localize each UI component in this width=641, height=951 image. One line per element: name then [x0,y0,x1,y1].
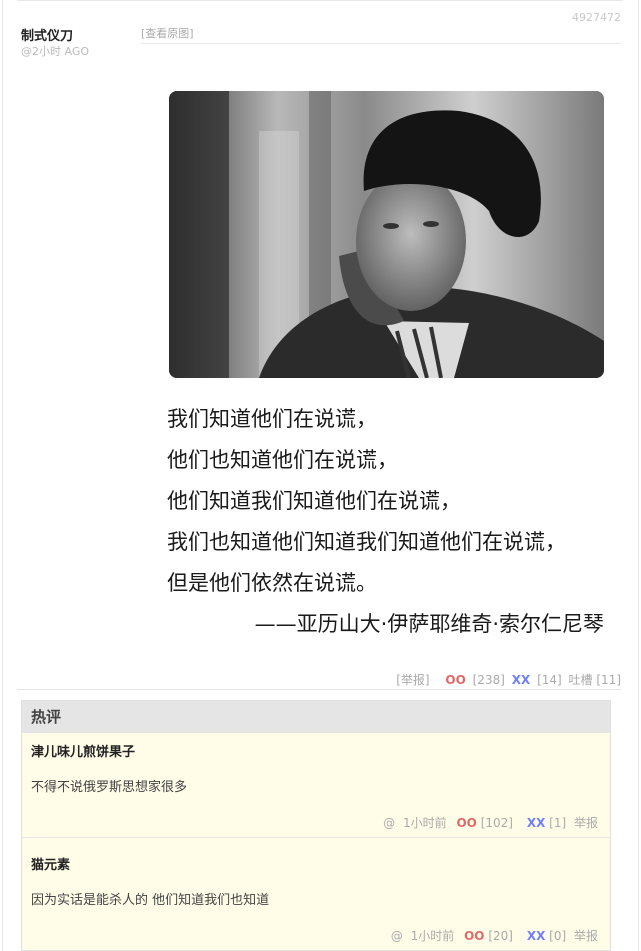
comment-author[interactable]: 猫元素 [31,854,70,873]
post-time: @2小时 AGO [21,45,90,58]
quote-text: 我们知道他们在说谎， 他们也知道他们在说谎， 他们知道我们知道他们在说谎， 我们… [167,399,612,645]
comment-time: 1小时前 [410,929,455,943]
comment-report-link[interactable]: 举报 [574,929,598,943]
view-original-link[interactable]: [查看原图] [141,25,194,41]
quote-attribution: ——亚历山大·伊萨耶维奇·索尔仁尼琴 [254,612,604,636]
xx-vote-button[interactable]: XX [512,673,531,687]
top-divider [17,0,623,1]
post-id: 4927472 [572,11,621,24]
comment-author[interactable]: 津儿味儿煎饼果子 [31,741,135,760]
quote-line: 但是他们依然在说谎。 [167,571,377,595]
quote-line: 他们知道我们知道他们在说谎， [167,489,461,513]
comment-item: 津儿味儿煎饼果子 不得不说俄罗斯思想家很多 @ 1小时前 OO [102] XX… [22,733,610,837]
tucao-link[interactable]: 吐槽 [11] [569,673,621,687]
at-reply-link[interactable]: @ [383,816,395,830]
oo-count: [238] [472,673,505,687]
xx-vote-button[interactable]: XX [527,816,546,830]
post-actions: [举报] OO [238] XX [14] 吐槽 [11] [393,671,621,688]
post-divider [17,689,621,690]
oo-vote-button[interactable]: OO [445,673,465,687]
portrait-photo [169,91,604,378]
comment-item: 猫元素 因为实话是能杀人的 他们知道我们也知道 @ 1小时前 OO [20] X… [22,838,610,950]
oo-vote-button[interactable]: OO [456,816,476,830]
header-divider [141,43,621,44]
comment-text: 因为实话是能杀人的 他们知道我们也知道 [31,893,270,908]
xx-count: [1] [549,816,567,830]
post-image [169,91,604,378]
xx-count: [0] [549,929,567,943]
oo-vote-button[interactable]: OO [464,929,484,943]
comment-meta: @ 1小时前 OO [102] XX [1] 举报 [383,814,598,831]
hot-comments-title: 热评 [22,701,610,733]
comment-meta: @ 1小时前 OO [20] XX [0] 举报 [391,927,598,944]
comment-report-link[interactable]: 举报 [574,816,598,830]
hot-comments-panel: 热评 津儿味儿煎饼果子 不得不说俄罗斯思想家很多 @ 1小时前 OO [102]… [21,700,611,951]
comment-text: 不得不说俄罗斯思想家很多 [31,780,188,795]
at-reply-link[interactable]: @ [391,929,403,943]
report-link[interactable]: [举报] [396,673,429,687]
post-author[interactable]: 制式仪刀 [21,25,73,44]
quote-line: 他们也知道他们在说谎， [167,448,398,472]
xx-count: [14] [537,673,562,687]
quote-line: 我们知道他们在说谎， [167,407,377,431]
xx-vote-button[interactable]: XX [527,929,546,943]
comment-time: 1小时前 [403,816,447,830]
oo-count: [20] [488,929,513,943]
oo-count: [102] [480,816,513,830]
quote-line: 我们也知道他们知道我们知道他们在说谎， [167,530,566,554]
